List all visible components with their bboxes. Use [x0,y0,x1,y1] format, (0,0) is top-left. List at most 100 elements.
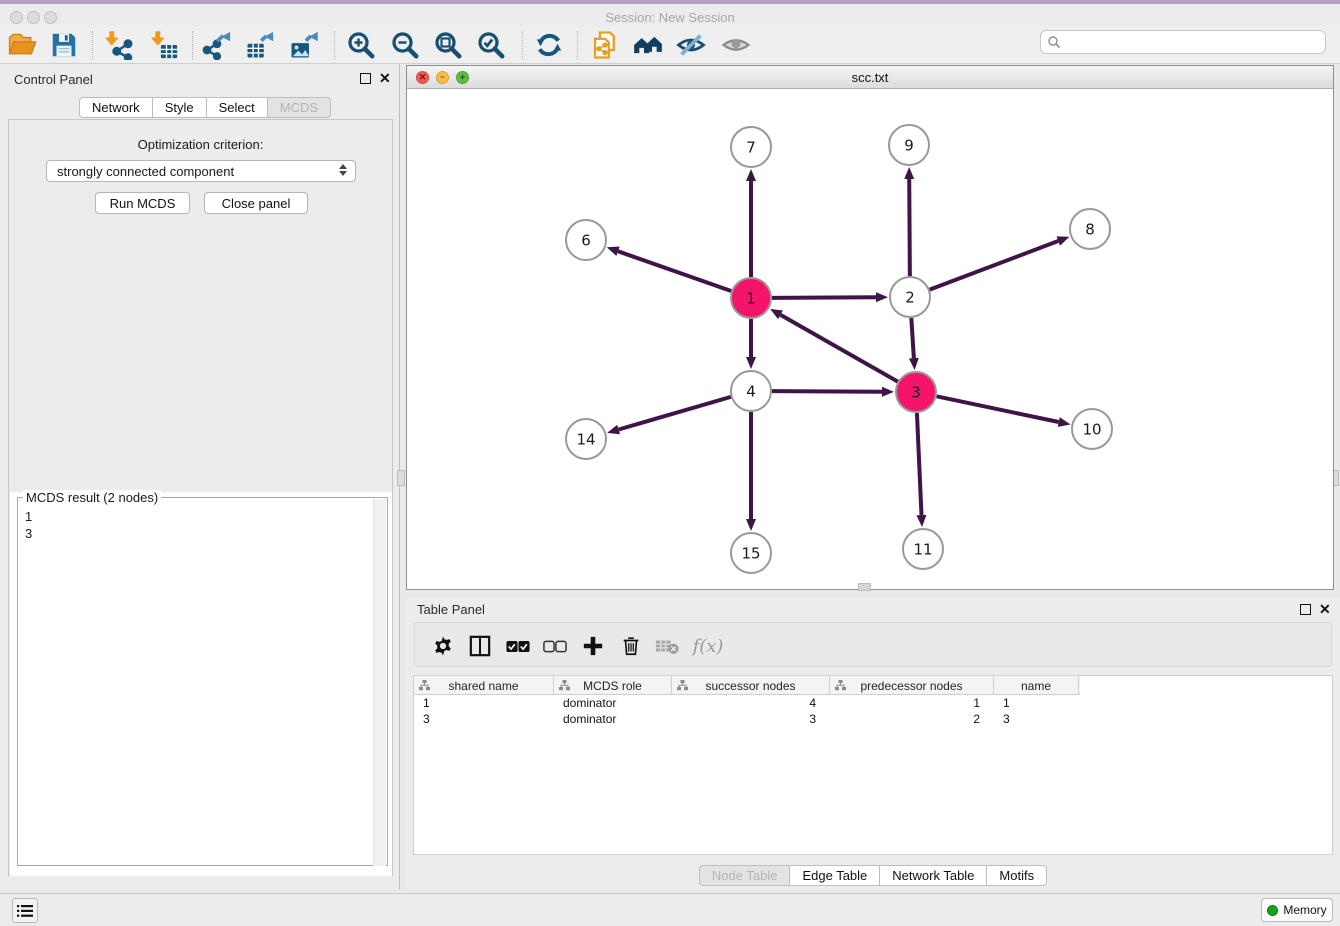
table-tab-edge-table[interactable]: Edge Table [790,865,880,886]
column-header-shared-name[interactable]: shared name [414,676,554,695]
tab-mcds[interactable]: MCDS [268,97,331,118]
float-panel-icon[interactable] [360,73,371,84]
control-panel-header: Control Panel ✕ [0,64,399,94]
svg-text:8: 8 [1085,220,1095,238]
deselect-all-checkbox-icon[interactable] [540,631,570,661]
graph-edge-3-1[interactable] [781,315,898,382]
table-row[interactable]: 1dominator411 [414,695,1080,711]
table-float-icon[interactable] [1300,604,1311,615]
graph-node-14[interactable]: 14 [566,419,606,459]
column-header-MCDS-role[interactable]: MCDS role [554,676,672,695]
network-graph[interactable]: 7 9 6 8 1 2 4 3 14 10 15 11 [407,89,1333,589]
export-network-icon[interactable] [200,30,234,60]
graph-edge-2-9[interactable] [909,179,910,276]
zoom-out-icon[interactable] [388,30,422,60]
memory-button[interactable]: Memory [1261,898,1333,922]
import-network-icon[interactable] [101,30,135,60]
zoom-in-icon[interactable] [344,30,378,60]
table-tab-node-table[interactable]: Node Table [699,865,791,886]
table-cell[interactable]: 2 [830,711,994,727]
table-cell[interactable]: 3 [672,711,830,727]
add-column-icon[interactable] [578,631,608,661]
clone-network-icon[interactable] [588,30,622,60]
graph-edge-4-14[interactable] [619,397,731,430]
import-table-icon[interactable] [147,30,181,60]
graph-node-3[interactable]: 3 [896,372,936,412]
table-cell[interactable]: 1 [414,695,554,711]
tab-style[interactable]: Style [153,97,207,118]
column-header-successor-nodes[interactable]: successor nodes [672,676,830,695]
zoom-selected-icon[interactable] [474,30,508,60]
mcds-result-list[interactable]: 13 [22,508,374,542]
vertical-splitter-grip[interactable] [397,470,405,486]
table-tabs: Node TableEdge TableNetwork TableMotifs [699,865,1047,886]
tab-network[interactable]: Network [79,97,153,118]
result-scrollbar[interactable] [373,499,386,866]
window-title: Session: New Session [0,8,1340,28]
open-session-icon[interactable] [5,30,39,60]
table-close-icon[interactable]: ✕ [1319,604,1331,615]
run-mcds-button[interactable]: Run MCDS [95,192,190,214]
column-view-icon[interactable] [465,631,495,661]
graph-edge-2-8[interactable] [930,241,1059,290]
column-header-predecessor-nodes[interactable]: predecessor nodes [830,676,994,695]
graph-node-7[interactable]: 7 [731,127,771,167]
horizontal-splitter-grip[interactable] [858,583,871,591]
table-cell[interactable]: 1 [994,695,1079,711]
result-item[interactable]: 1 [22,508,374,525]
graph-node-4[interactable]: 4 [731,371,771,411]
graph-edge-3-11[interactable] [917,413,922,515]
graph-node-11[interactable]: 11 [903,529,943,569]
graph-edge-2-3[interactable] [911,318,914,358]
graph-node-8[interactable]: 8 [1070,209,1110,249]
graph-edge-4-3[interactable] [772,391,882,392]
graph-node-9[interactable]: 9 [889,125,929,165]
table-cell[interactable]: 4 [672,695,830,711]
table-cell[interactable]: 1 [830,695,994,711]
save-session-icon[interactable] [47,30,81,60]
zoom-fit-icon[interactable] [431,30,465,60]
export-image-icon[interactable] [287,30,321,60]
close-panel-button[interactable]: Close panel [204,192,308,214]
table-tab-network-table[interactable]: Network Table [880,865,987,886]
search-input[interactable] [1061,34,1319,50]
graph-node-1[interactable]: 1 [731,278,771,318]
table-cell[interactable]: dominator [554,695,672,711]
table-cell[interactable]: 3 [994,711,1079,727]
graph-edge-3-10[interactable] [937,396,1059,422]
close-panel-icon[interactable]: ✕ [379,73,391,84]
list-icon [17,904,33,918]
first-neighbors-icon[interactable] [631,30,665,60]
gear-icon[interactable] [428,631,458,661]
table-toolbar: f(x) [414,622,1332,667]
task-history-button[interactable] [12,898,38,923]
search-box [1040,30,1326,54]
table-tab-motifs[interactable]: Motifs [987,865,1047,886]
svg-text:14: 14 [576,430,595,448]
column-header-name[interactable]: name [994,676,1079,695]
graph-edge-1-6[interactable] [618,251,731,291]
select-all-checkbox-icon[interactable] [503,631,533,661]
control-panel-tabs: NetworkStyleSelectMCDS [79,97,331,118]
graph-node-15[interactable]: 15 [731,533,771,573]
show-all-icon[interactable] [719,30,753,60]
graph-edge-1-2[interactable] [772,297,876,298]
result-item[interactable]: 3 [22,525,374,542]
export-table-icon[interactable] [243,30,277,60]
table-cell[interactable]: 3 [414,711,554,727]
titlebar: Session: New Session [0,4,1340,26]
graph-node-10[interactable]: 10 [1072,409,1112,449]
application-window: Session: New Session [0,0,1340,926]
svg-text:11: 11 [913,540,932,558]
delete-icon[interactable] [616,631,646,661]
graph-node-6[interactable]: 6 [566,220,606,260]
refresh-icon[interactable] [532,30,566,60]
tab-select[interactable]: Select [207,97,268,118]
table-row[interactable]: 3dominator323 [414,711,1080,727]
delete-table-icon[interactable] [652,631,682,661]
graph-node-2[interactable]: 2 [890,277,930,317]
hide-selected-icon[interactable] [674,30,708,60]
svg-text:6: 6 [581,231,591,249]
table-cell[interactable]: dominator [554,711,672,727]
criterion-select[interactable]: strongly connected component [46,160,356,182]
